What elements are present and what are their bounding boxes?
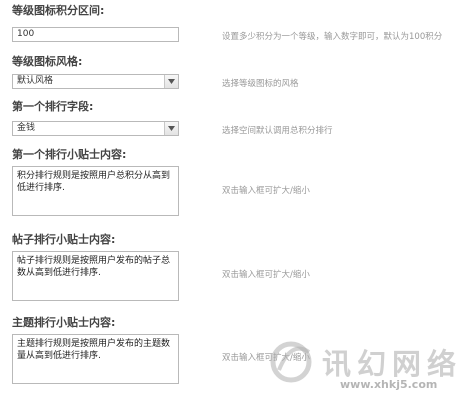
label-thread-rank-tip: 主题排行小贴士内容: [12,316,116,329]
watermark-text: 讯幻网络 [322,347,463,381]
post-rank-tip-textarea[interactable]: 帖子排行规则是按照用户发布的帖子总数从高到低进行排序. [12,251,179,301]
first-rank-tip-textarea[interactable]: 积分排行规则是按照用户总积分从高到低进行排序. [12,166,179,216]
chevron-down-icon[interactable] [164,75,178,88]
label-first-rank-field: 第一个排行字段: [12,100,94,113]
label-level-icon-style: 等级图标风格: [12,55,83,68]
watermark-url: www.xhkj5.com [340,378,438,391]
hint-level-icon-range: 设置多少积分为一个等级，输入数字即可，默认为100积分 [222,32,443,42]
thread-rank-tip-textarea[interactable]: 主题排行规则是按照用户发布的主题数量从高到低进行排序. [12,334,179,384]
level-icon-style-select[interactable]: 默认风格 [12,74,179,89]
hint-first-rank-field: 选择空间默认调用总积分排行 [222,126,333,136]
label-level-icon-range: 等级图标积分区间: [12,4,105,17]
level-icon-style-value: 默认风格 [17,76,54,86]
label-first-rank-tip: 第一个排行小贴士内容: [12,148,127,161]
first-rank-field-value: 金钱 [17,123,36,133]
first-rank-field-select[interactable]: 金钱 [12,121,179,136]
label-post-rank-tip: 帖子排行小贴士内容: [12,233,116,246]
hint-first-rank-tip: 双击输入框可扩大/缩小 [222,186,310,196]
hint-post-rank-tip: 双击输入框可扩大/缩小 [222,270,310,280]
chevron-down-icon[interactable] [164,122,178,135]
level-icon-range-input[interactable]: 100 [12,27,179,42]
hint-level-icon-style: 选择等级图标的风格 [222,79,299,89]
